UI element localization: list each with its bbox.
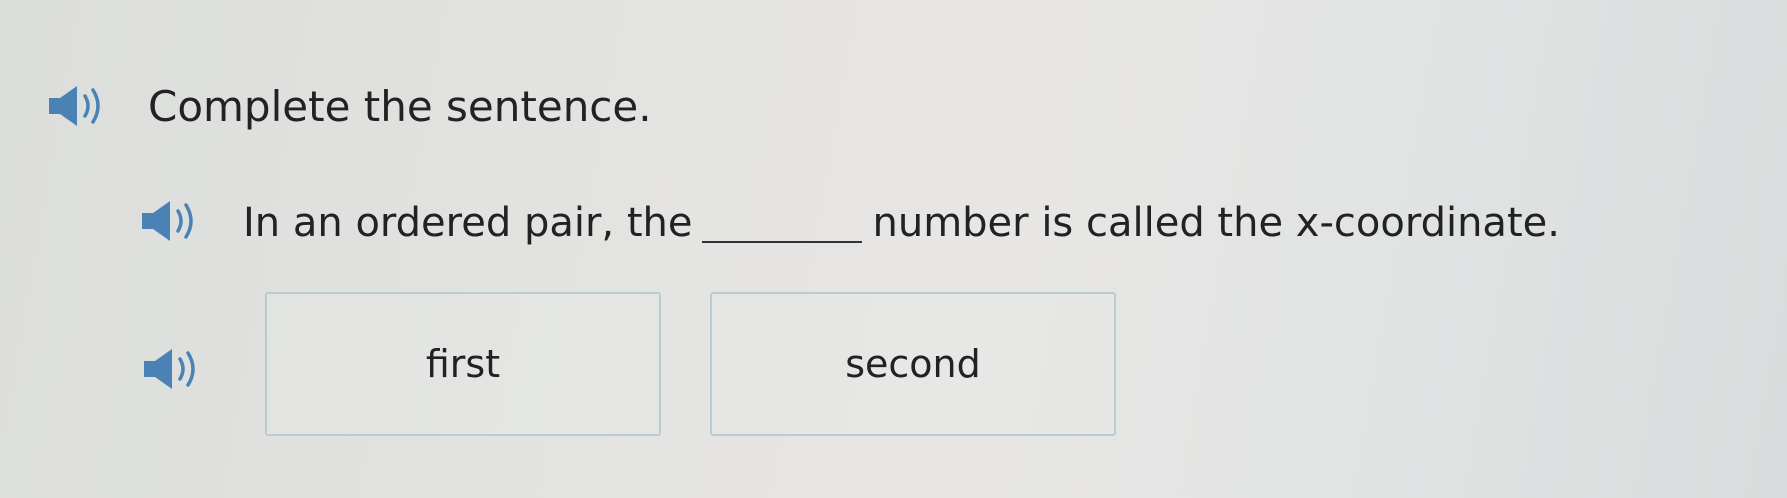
answer-blank — [702, 207, 863, 243]
sentence-before: In an ordered pair, the — [243, 200, 693, 246]
speaker-icon[interactable] — [140, 344, 212, 394]
instruction-text: Complete the sentence. — [148, 82, 652, 131]
speaker-icon[interactable] — [45, 81, 117, 131]
choice-label: second — [845, 342, 981, 386]
choice-label: first — [425, 342, 501, 386]
question-sentence: In an ordered pair, the number is called … — [243, 203, 1560, 243]
choice-first-button[interactable]: first — [265, 292, 661, 436]
speaker-icon[interactable] — [138, 196, 210, 246]
choice-second-button[interactable]: second — [710, 292, 1116, 436]
sentence-after: number is called the x-coordinate. — [872, 200, 1560, 246]
